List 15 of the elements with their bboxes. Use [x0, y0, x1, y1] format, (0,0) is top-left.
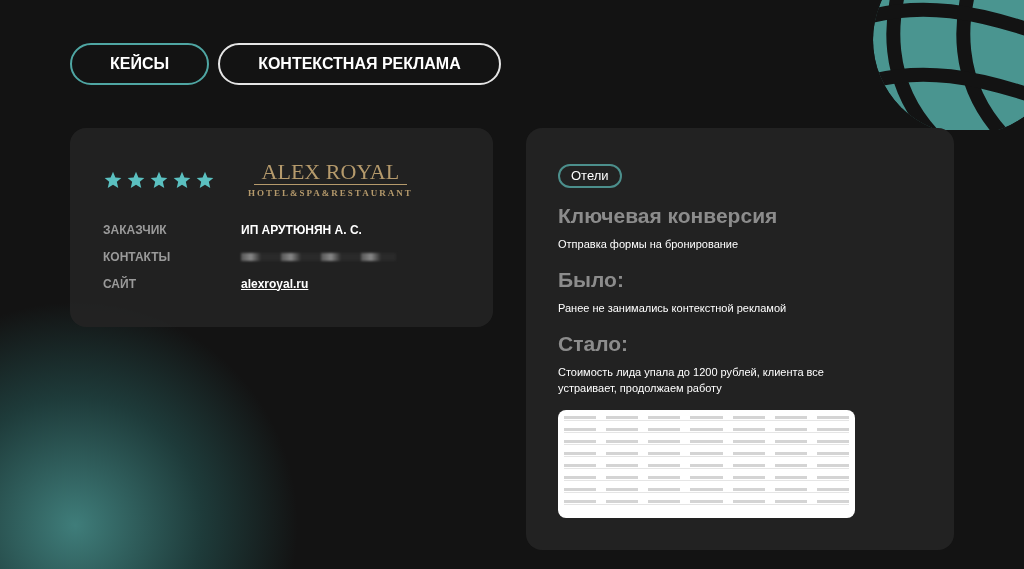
category-tag: Отели [558, 164, 622, 188]
section-text: Ранее не занимались контекстной рекламой [558, 301, 788, 316]
section-text: Отправка формы на бронирование [558, 237, 740, 252]
field-value: ИП АРУТЮНЯН А. С. [241, 221, 362, 239]
section-text: Стоимость лида упала до 1200 рублей, клиента все устраивает, продолжаем работу [558, 365, 825, 396]
section-heading: Ключевая конверсия [558, 204, 779, 228]
field-label: ЗАКАЗЧИК [103, 221, 168, 239]
section-heading: Было: [558, 268, 625, 292]
section-heading: Стало: [558, 332, 629, 356]
hotel-logo: ALEX ROYAL HOTEL&SPA&RESTAURANT [248, 160, 413, 200]
breadcrumb-link[interactable]: КЕЙСЫ [70, 43, 210, 85]
field-label: КОНТАКТЫ [103, 248, 172, 266]
site-link[interactable]: alexroyal.ru [241, 274, 309, 293]
breadcrumb-link[interactable]: КОНТЕКСТНАЯ РЕКЛАМА [218, 43, 501, 85]
field-label: САЙТ [103, 275, 137, 293]
